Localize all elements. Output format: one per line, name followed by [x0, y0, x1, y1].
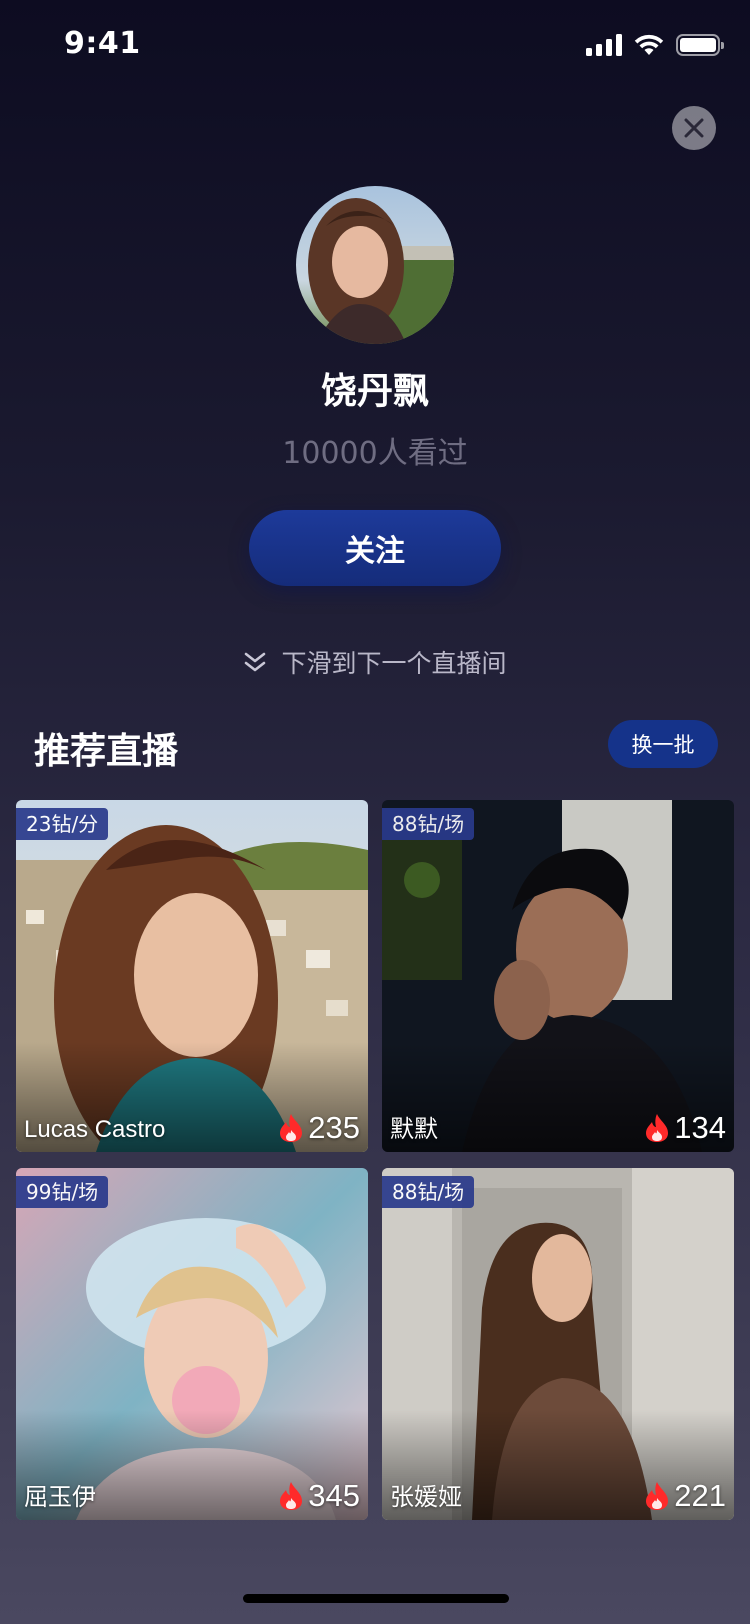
live-card[interactable]: 88钻/场 默默 134: [382, 800, 734, 1152]
streamer-name: 屈玉伊: [24, 1484, 96, 1511]
price-badge: 88钻/场: [382, 808, 475, 840]
live-card[interactable]: 88钻/场 张媛娅 221: [382, 1168, 734, 1520]
live-card[interactable]: 23钻/分 Lucas Castro 235: [16, 800, 368, 1152]
flame-icon: [646, 1114, 669, 1142]
status-icons: [586, 34, 724, 56]
heat-value: 221: [674, 1478, 726, 1513]
close-icon: [684, 118, 704, 138]
recommend-header: 推荐直播 换一批: [0, 718, 750, 772]
swipe-hint-label: 下滑到下一个直播间: [281, 649, 507, 678]
home-indicator[interactable]: [243, 1594, 509, 1603]
host-profile: 饶丹飘 10000人看过 关注 下滑到下一个直播间: [0, 186, 750, 680]
host-name: 饶丹飘: [320, 371, 429, 412]
wifi-icon: [634, 34, 664, 55]
heat-value: 345: [308, 1478, 360, 1513]
refresh-batch-button[interactable]: 换一批: [608, 720, 718, 768]
streamer-name: 默默: [390, 1116, 438, 1143]
price-badge: 99钻/场: [16, 1176, 109, 1208]
status-time: 9:41: [64, 26, 141, 61]
live-card[interactable]: 99钻/场 屈玉伊 345: [16, 1168, 368, 1520]
double-chevron-down-icon: [245, 652, 266, 672]
close-button[interactable]: [672, 106, 716, 150]
heat-value: 134: [674, 1110, 726, 1145]
heat-value: 235: [308, 1110, 360, 1145]
heat-count: 134: [644, 1110, 726, 1146]
flame-icon: [280, 1114, 303, 1142]
status-bar: 9:41: [0, 0, 750, 92]
cellular-signal-icon: [586, 34, 622, 56]
heat-count: 221: [644, 1478, 726, 1514]
avatar[interactable]: [296, 186, 454, 344]
flame-icon: [280, 1482, 303, 1510]
streamer-name: Lucas Castro: [24, 1116, 166, 1143]
recommend-title: 推荐直播: [34, 731, 179, 772]
price-badge: 23钻/分: [16, 808, 109, 840]
recommend-grid: 23钻/分 Lucas Castro 235 88钻/场 默默 134 99钻/…: [16, 800, 734, 1520]
flame-icon: [646, 1482, 669, 1510]
viewer-count: 10000人看过: [282, 436, 468, 471]
battery-icon: [676, 34, 724, 56]
heat-count: 235: [278, 1110, 360, 1146]
follow-button[interactable]: 关注: [249, 510, 501, 586]
heat-count: 345: [278, 1478, 360, 1514]
price-badge: 88钻/场: [382, 1176, 475, 1208]
swipe-hint[interactable]: 下滑到下一个直播间: [0, 644, 750, 680]
streamer-name: 张媛娅: [390, 1484, 462, 1511]
